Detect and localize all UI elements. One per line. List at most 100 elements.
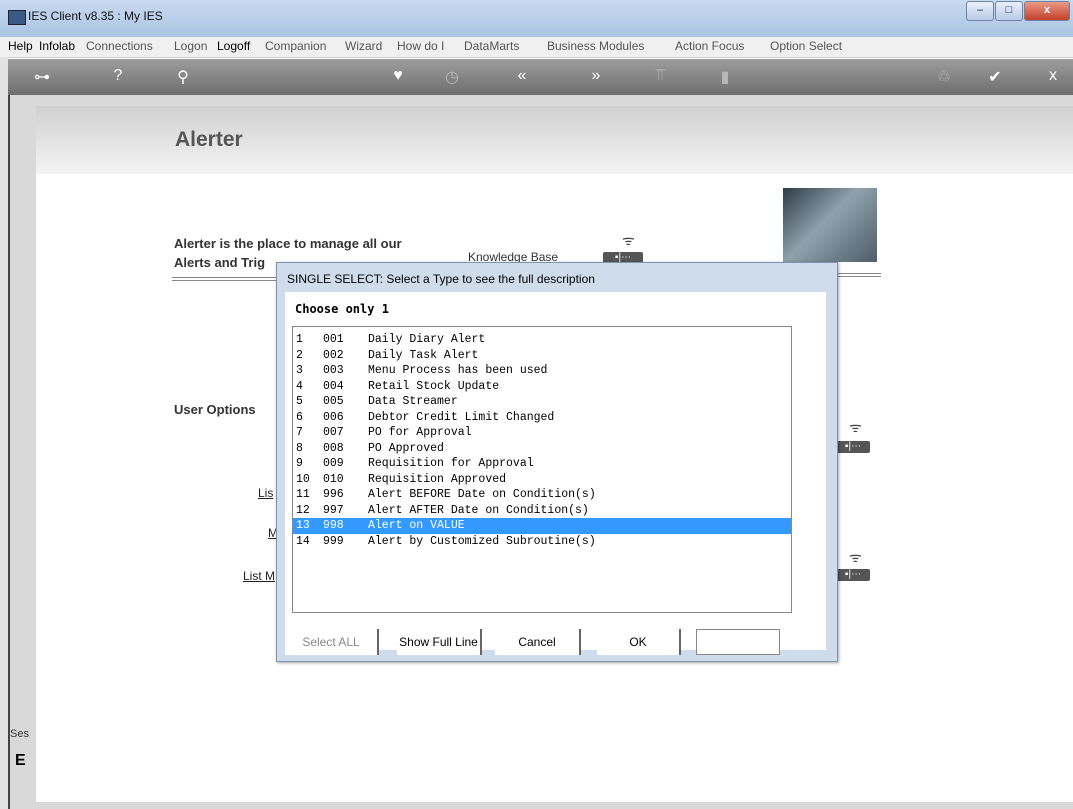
item-code: 996 (323, 488, 344, 501)
item-description: Retail Stock Update (368, 379, 500, 393)
list-item[interactable]: 11 996 Alert BEFORE Date on Condition(s) (293, 487, 791, 503)
page-icon[interactable]: ▮ (713, 67, 737, 87)
item-description: PO Approved (368, 441, 444, 455)
check-icon[interactable]: ✔ (983, 67, 1007, 87)
item-description: Debtor Credit Limit Changed (368, 410, 555, 424)
list-item[interactable]: 7 007 PO for Approval (293, 425, 791, 441)
item-number: 14 (296, 534, 310, 548)
list-item[interactable]: 14 999 Alert by Customized Subroutine(s) (293, 534, 791, 550)
list-item[interactable]: 4 004 Retail Stock Update (293, 379, 791, 395)
person-photo (783, 188, 877, 262)
search-icon[interactable]: ⚲ (171, 67, 195, 87)
intro-line-2: Alerts and Trig (174, 255, 266, 270)
list-item[interactable]: 8 008 PO Approved (293, 441, 791, 457)
item-description: PO for Approval (368, 426, 472, 439)
item-number: 12 (296, 503, 310, 517)
menu-option-select[interactable]: Option Select (770, 39, 842, 53)
show-full-line-button[interactable]: Show Full Line (397, 629, 482, 655)
item-description: Menu Process has been used (368, 364, 548, 377)
item-code: 004 (323, 379, 344, 393)
back-icon[interactable]: « (510, 67, 534, 85)
item-number: 9 (296, 457, 303, 470)
recycle-icon[interactable]: ♲ (932, 67, 956, 87)
link-list-1[interactable]: Lis (258, 486, 273, 500)
app-icon (8, 10, 26, 25)
item-number: 10 (296, 472, 310, 486)
list-item[interactable]: 1 001 Daily Diary Alert (293, 332, 791, 348)
menu-wizard[interactable]: Wizard (345, 39, 382, 53)
select-all-button[interactable]: Select ALL (285, 629, 379, 655)
item-code: 997 (323, 503, 344, 517)
link-list-3[interactable]: List M (243, 569, 275, 583)
dialog-body: Choose only 1 1 001 Daily Diary Alert 2 002 D… (285, 292, 826, 655)
item-code: 003 (323, 364, 344, 377)
menu-how-do-i[interactable]: How do I (397, 39, 444, 53)
menu-connections[interactable]: Connections (86, 39, 153, 53)
menu-action-focus[interactable]: Action Focus (675, 39, 744, 53)
item-code: 007 (323, 426, 344, 439)
item-code: 005 (323, 395, 344, 408)
menu-logon[interactable]: Logon (174, 39, 207, 53)
left-border (8, 95, 10, 809)
item-number: 5 (296, 395, 303, 408)
item-number: 13 (296, 519, 310, 532)
close-icon[interactable]: x (1041, 67, 1065, 85)
help-icon[interactable]: ? (106, 67, 130, 85)
item-description: Requisition for Approval (368, 457, 534, 470)
session-label: Ses (10, 728, 29, 740)
divider-right (836, 273, 881, 277)
list-item[interactable]: 12 997 Alert AFTER Date on Condition(s) (293, 503, 791, 519)
ok-button[interactable]: OK (597, 629, 681, 655)
list-item[interactable]: 9 009 Requisition for Approval (293, 456, 791, 472)
item-description: Alert BEFORE Date on Condition(s) (368, 488, 596, 501)
item-code: 009 (323, 457, 344, 470)
list-item[interactable]: 13 998 Alert on VALUE (293, 518, 791, 534)
toolbar: ⊶ ? ⚲ ♥ ◷ « » ⫪ ▮ ♲ ✔ x (8, 59, 1073, 95)
tools-icon[interactable]: ⫪ (648, 67, 672, 85)
menu-bar: Help Infolab Connections Logon Logoff Co… (0, 37, 1073, 58)
list-item[interactable]: 10 010 Requisition Approved (293, 472, 791, 488)
item-number: 4 (296, 379, 303, 393)
item-description: Data Streamer (368, 395, 458, 408)
clock-icon[interactable]: ◷ (440, 67, 464, 87)
page-title: Alerter (175, 128, 243, 151)
list-item[interactable]: 2 002 Daily Task Alert (293, 348, 791, 364)
item-number: 8 (296, 441, 303, 455)
menu-infolab[interactable]: Infolab (39, 39, 75, 53)
item-code: 001 (323, 333, 344, 346)
intro-line-1: Alerter is the place to manage all our (174, 236, 402, 251)
option-button-2[interactable]: ▪|⋯ (836, 569, 870, 581)
cancel-button[interactable]: Cancel (495, 629, 581, 655)
item-number: 7 (296, 426, 303, 439)
single-select-dialog: SINGLE SELECT: Select a Type to see the … (276, 262, 838, 662)
close-button[interactable]: x (1024, 1, 1070, 21)
menu-datamarts[interactable]: DataMarts (464, 39, 519, 53)
list-item[interactable]: 5 005 Data Streamer (293, 394, 791, 410)
maximize-button[interactable]: □ (995, 1, 1023, 21)
choose-heading: Choose only 1 (295, 302, 389, 316)
key-icon[interactable]: ⊶ (30, 67, 54, 87)
option-button-1[interactable]: ▪|⋯ (836, 441, 870, 453)
menu-companion[interactable]: Companion (265, 39, 326, 53)
item-description: Alert on VALUE (368, 519, 465, 532)
item-code: 002 (323, 348, 344, 362)
item-number: 6 (296, 410, 303, 424)
item-number: 2 (296, 348, 303, 362)
list-item[interactable]: 3 003 Menu Process has been used (293, 363, 791, 379)
heart-icon[interactable]: ♥ (386, 67, 410, 85)
type-listbox[interactable]: 1 001 Daily Diary Alert 2 002 Daily Task Aler… (292, 326, 792, 613)
item-description: Alert by Customized Subroutine(s) (368, 534, 596, 548)
item-code: 999 (323, 534, 344, 548)
dialog-input[interactable] (696, 629, 780, 655)
forward-icon[interactable]: » (584, 67, 608, 85)
minimize-button[interactable]: – (966, 1, 994, 21)
item-code: 008 (323, 441, 344, 455)
item-number: 1 (296, 333, 303, 346)
menu-help[interactable]: Help (8, 39, 33, 53)
item-number: 11 (296, 488, 310, 501)
item-description: Daily Task Alert (368, 348, 479, 362)
menu-business-modules[interactable]: Business Modules (547, 39, 644, 53)
menu-logoff[interactable]: Logoff (217, 39, 250, 53)
list-item[interactable]: 6 006 Debtor Credit Limit Changed (293, 410, 791, 426)
item-description: Requisition Approved (368, 472, 507, 486)
